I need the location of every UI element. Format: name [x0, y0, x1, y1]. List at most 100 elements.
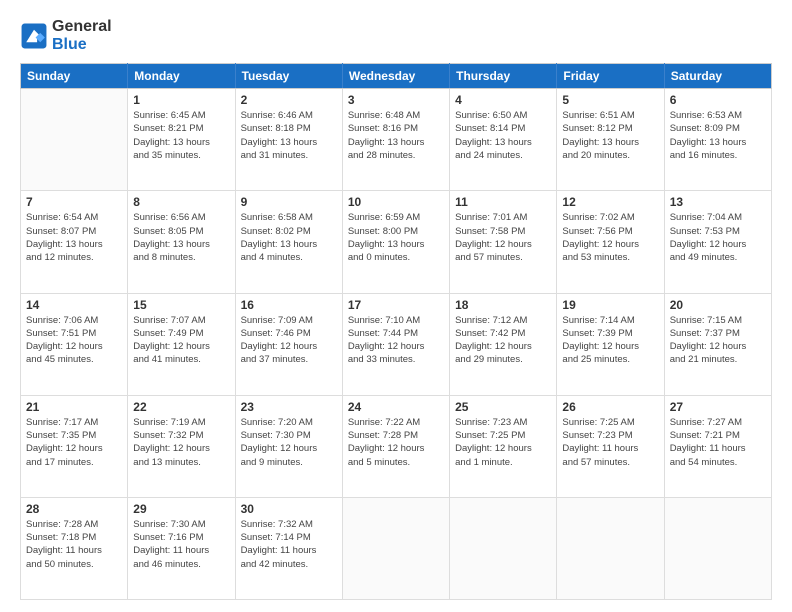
table-row: 2 Sunrise: 6:46 AM Sunset: 8:18 PM Daylig… — [235, 89, 342, 191]
day-info: Sunrise: 6:51 AM Sunset: 8:12 PM Dayligh… — [562, 109, 658, 162]
day-info: Sunrise: 6:54 AM Sunset: 8:07 PM Dayligh… — [26, 211, 122, 264]
calendar-body: 1 Sunrise: 6:45 AM Sunset: 8:21 PM Daylig… — [21, 89, 772, 600]
table-row: 6Sunrise: 6:53 AM Sunset: 8:09 PM Daylig… — [664, 89, 771, 191]
day-info: Sunrise: 6:46 AM Sunset: 8:18 PM Dayligh… — [241, 109, 337, 162]
table-row: 8 Sunrise: 6:56 AM Sunset: 8:05 PM Daylig… — [128, 191, 235, 293]
day-info: Sunrise: 6:59 AM Sunset: 8:00 PM Dayligh… — [348, 211, 444, 264]
day-info: Sunrise: 7:28 AM Sunset: 7:18 PM Dayligh… — [26, 518, 122, 571]
col-wednesday: Wednesday — [342, 64, 449, 89]
day-number: 7 — [26, 195, 122, 209]
table-row: 24 Sunrise: 7:22 AM Sunset: 7:28 PM Dayli… — [342, 395, 449, 497]
table-row: 30Sunrise: 7:32 AM Sunset: 7:14 PM Dayli… — [235, 497, 342, 599]
day-number: 17 — [348, 298, 444, 312]
table-row: 20 Sunrise: 7:15 AM Sunset: 7:37 PM Dayli… — [664, 293, 771, 395]
table-row: 25 Sunrise: 7:23 AM Sunset: 7:25 PM Dayli… — [450, 395, 557, 497]
calendar-week-row: 28 Sunrise: 7:28 AM Sunset: 7:18 PM Dayli… — [21, 497, 772, 599]
table-row — [342, 497, 449, 599]
day-number: 27 — [670, 400, 766, 414]
table-row — [557, 497, 664, 599]
logo-icon — [20, 22, 48, 50]
day-number: 8 — [133, 195, 229, 209]
day-info: Sunrise: 7:01 AM Sunset: 7:58 PM Dayligh… — [455, 211, 551, 264]
day-info: Sunrise: 7:10 AM Sunset: 7:44 PM Dayligh… — [348, 314, 444, 367]
table-row: 19Sunrise: 7:14 AM Sunset: 7:39 PM Dayli… — [557, 293, 664, 395]
day-info: Sunrise: 7:15 AM Sunset: 7:37 PM Dayligh… — [670, 314, 766, 367]
table-row: 9 Sunrise: 6:58 AM Sunset: 8:02 PM Daylig… — [235, 191, 342, 293]
day-number: 21 — [26, 400, 122, 414]
table-row: 23 Sunrise: 7:20 AM Sunset: 7:30 PM Dayli… — [235, 395, 342, 497]
table-row: 18Sunrise: 7:12 AM Sunset: 7:42 PM Dayli… — [450, 293, 557, 395]
table-row: 29Sunrise: 7:30 AM Sunset: 7:16 PM Dayli… — [128, 497, 235, 599]
day-number: 15 — [133, 298, 229, 312]
day-info: Sunrise: 7:06 AM Sunset: 7:51 PM Dayligh… — [26, 314, 122, 367]
col-saturday: Saturday — [664, 64, 771, 89]
logo-line2: Blue — [52, 36, 112, 54]
day-number: 12 — [562, 195, 658, 209]
logo: General Blue — [20, 18, 112, 53]
day-number: 3 — [348, 93, 444, 107]
day-number: 25 — [455, 400, 551, 414]
table-row: 4 Sunrise: 6:50 AM Sunset: 8:14 PM Daylig… — [450, 89, 557, 191]
table-row: 15 Sunrise: 7:07 AM Sunset: 7:49 PM Dayli… — [128, 293, 235, 395]
day-number: 1 — [133, 93, 229, 107]
day-number: 23 — [241, 400, 337, 414]
col-monday: Monday — [128, 64, 235, 89]
day-info: Sunrise: 7:27 AM Sunset: 7:21 PM Dayligh… — [670, 416, 766, 469]
table-row: 11 Sunrise: 7:01 AM Sunset: 7:58 PM Dayli… — [450, 191, 557, 293]
day-number: 19 — [562, 298, 658, 312]
table-row: 3Sunrise: 6:48 AM Sunset: 8:16 PM Daylig… — [342, 89, 449, 191]
table-row: 7 Sunrise: 6:54 AM Sunset: 8:07 PM Daylig… — [21, 191, 128, 293]
day-number: 24 — [348, 400, 444, 414]
day-info: Sunrise: 7:09 AM Sunset: 7:46 PM Dayligh… — [241, 314, 337, 367]
table-row: 14 Sunrise: 7:06 AM Sunset: 7:51 PM Dayli… — [21, 293, 128, 395]
table-row: 13Sunrise: 7:04 AM Sunset: 7:53 PM Dayli… — [664, 191, 771, 293]
day-info: Sunrise: 6:50 AM Sunset: 8:14 PM Dayligh… — [455, 109, 551, 162]
day-number: 13 — [670, 195, 766, 209]
calendar-table: Sunday Monday Tuesday Wednesday Thursday… — [20, 63, 772, 600]
day-info: Sunrise: 7:17 AM Sunset: 7:35 PM Dayligh… — [26, 416, 122, 469]
day-number: 10 — [348, 195, 444, 209]
table-row: 26Sunrise: 7:25 AM Sunset: 7:23 PM Dayli… — [557, 395, 664, 497]
table-row: 5 Sunrise: 6:51 AM Sunset: 8:12 PM Daylig… — [557, 89, 664, 191]
day-info: Sunrise: 7:23 AM Sunset: 7:25 PM Dayligh… — [455, 416, 551, 469]
day-number: 9 — [241, 195, 337, 209]
table-row: 17 Sunrise: 7:10 AM Sunset: 7:44 PM Dayli… — [342, 293, 449, 395]
header: General Blue — [20, 18, 772, 53]
table-row: 16 Sunrise: 7:09 AM Sunset: 7:46 PM Dayli… — [235, 293, 342, 395]
table-row — [450, 497, 557, 599]
day-number: 18 — [455, 298, 551, 312]
day-number: 11 — [455, 195, 551, 209]
day-info: Sunrise: 6:58 AM Sunset: 8:02 PM Dayligh… — [241, 211, 337, 264]
day-number: 30 — [241, 502, 337, 516]
day-info: Sunrise: 7:22 AM Sunset: 7:28 PM Dayligh… — [348, 416, 444, 469]
table-row: 12 Sunrise: 7:02 AM Sunset: 7:56 PM Dayli… — [557, 191, 664, 293]
table-row: 10 Sunrise: 6:59 AM Sunset: 8:00 PM Dayli… — [342, 191, 449, 293]
day-number: 4 — [455, 93, 551, 107]
day-number: 20 — [670, 298, 766, 312]
day-info: Sunrise: 6:56 AM Sunset: 8:05 PM Dayligh… — [133, 211, 229, 264]
table-row: 22Sunrise: 7:19 AM Sunset: 7:32 PM Dayli… — [128, 395, 235, 497]
table-row: 21 Sunrise: 7:17 AM Sunset: 7:35 PM Dayli… — [21, 395, 128, 497]
day-info: Sunrise: 7:30 AM Sunset: 7:16 PM Dayligh… — [133, 518, 229, 571]
day-number: 6 — [670, 93, 766, 107]
calendar-header: Sunday Monday Tuesday Wednesday Thursday… — [21, 64, 772, 89]
table-row: 1 Sunrise: 6:45 AM Sunset: 8:21 PM Daylig… — [128, 89, 235, 191]
day-number: 5 — [562, 93, 658, 107]
day-info: Sunrise: 7:25 AM Sunset: 7:23 PM Dayligh… — [562, 416, 658, 469]
day-info: Sunrise: 7:07 AM Sunset: 7:49 PM Dayligh… — [133, 314, 229, 367]
col-thursday: Thursday — [450, 64, 557, 89]
col-sunday: Sunday — [21, 64, 128, 89]
calendar-week-row: 1 Sunrise: 6:45 AM Sunset: 8:21 PM Daylig… — [21, 89, 772, 191]
table-row — [664, 497, 771, 599]
day-info: Sunrise: 7:20 AM Sunset: 7:30 PM Dayligh… — [241, 416, 337, 469]
day-number: 14 — [26, 298, 122, 312]
page: General Blue Sunday Monday Tuesday Wedne… — [0, 0, 792, 612]
day-info: Sunrise: 6:45 AM Sunset: 8:21 PM Dayligh… — [133, 109, 229, 162]
day-info: Sunrise: 7:02 AM Sunset: 7:56 PM Dayligh… — [562, 211, 658, 264]
calendar-week-row: 21 Sunrise: 7:17 AM Sunset: 7:35 PM Dayli… — [21, 395, 772, 497]
day-number: 28 — [26, 502, 122, 516]
day-number: 2 — [241, 93, 337, 107]
logo-line1: General — [52, 18, 112, 36]
calendar-week-row: 7 Sunrise: 6:54 AM Sunset: 8:07 PM Daylig… — [21, 191, 772, 293]
day-number: 16 — [241, 298, 337, 312]
